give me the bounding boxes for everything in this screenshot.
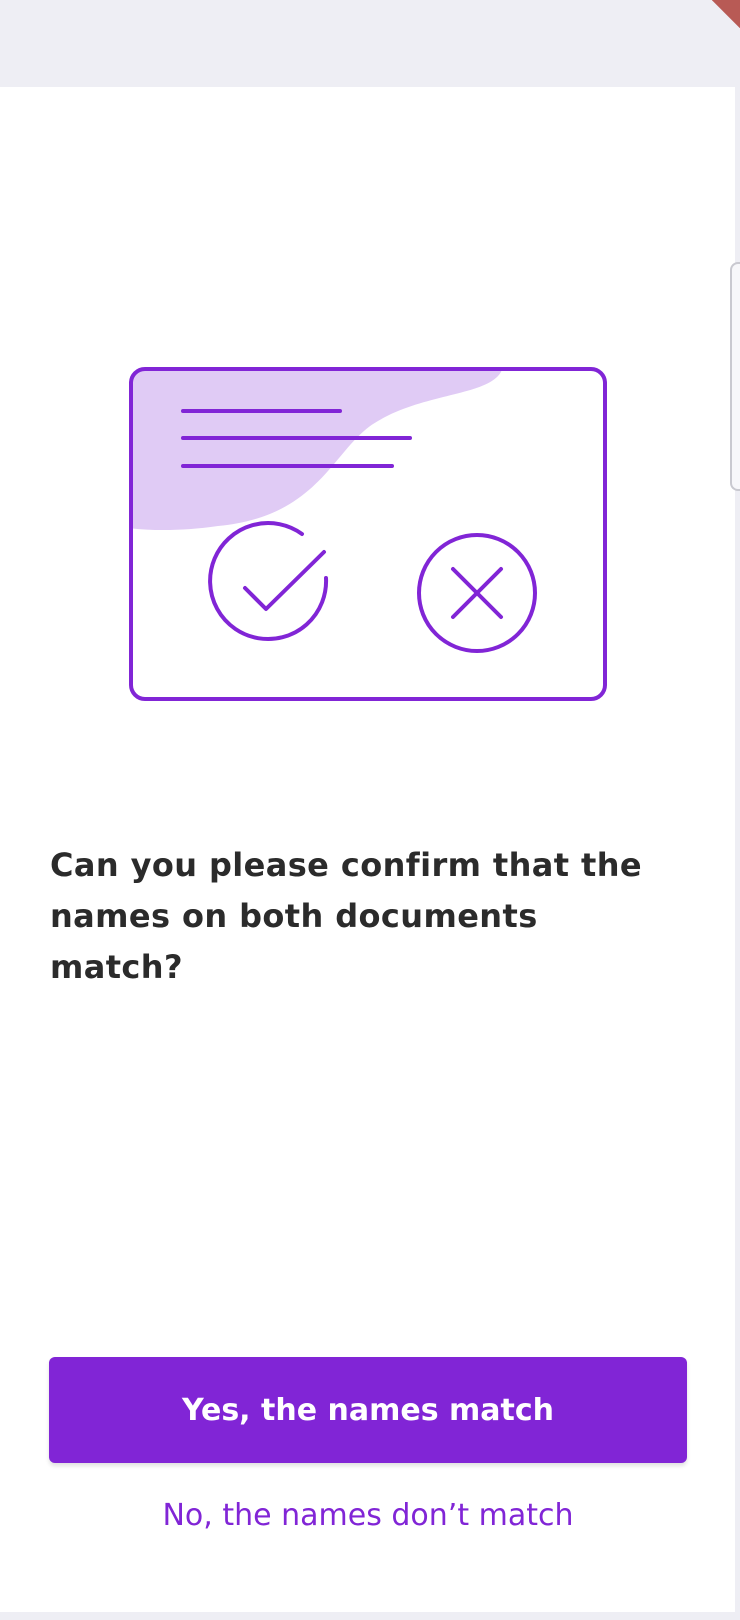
bottom-bar — [0, 1612, 740, 1620]
card-highlight-blob — [131, 369, 503, 531]
screen: Can you please confirm that the names on… — [0, 0, 740, 1620]
name-match-illustration — [129, 367, 607, 701]
x-circle-icon — [417, 533, 537, 653]
confirmation-question: Can you please confirm that the names on… — [50, 846, 643, 986]
document-card-icon — [129, 367, 607, 701]
top-bar — [0, 0, 740, 87]
names-dont-match-link[interactable]: No, the names don’t match — [49, 1484, 687, 1546]
check-circle-icon — [208, 521, 329, 642]
scroll-handle[interactable] — [730, 262, 740, 491]
corner-decoration — [712, 0, 740, 28]
confirm-names-match-button[interactable]: Yes, the names match — [49, 1357, 687, 1463]
